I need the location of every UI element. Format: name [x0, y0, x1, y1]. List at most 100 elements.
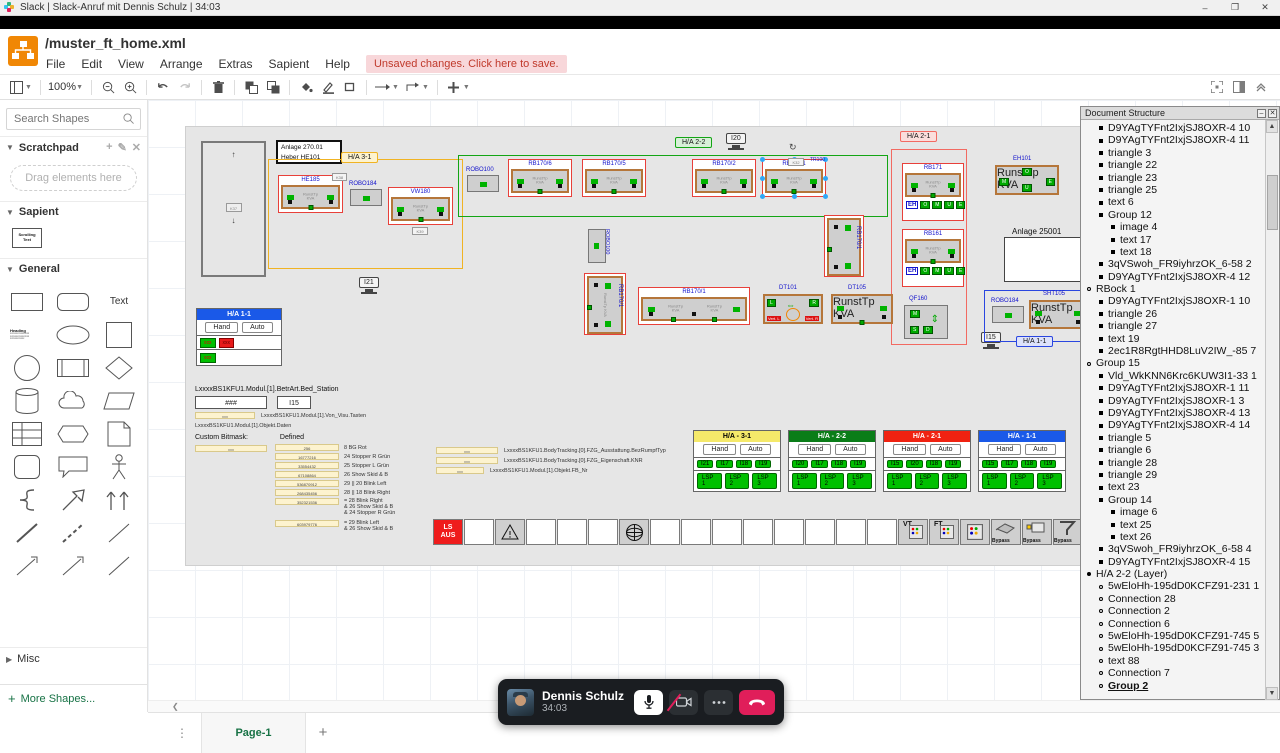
station-eh101[interactable]: O M E U RunstTpKVA	[995, 165, 1059, 195]
shape-cloud[interactable]	[50, 384, 96, 417]
add-page-button[interactable]: +	[306, 713, 340, 753]
tree-item[interactable]: triangle 25	[1081, 184, 1267, 196]
robot-robo184-right[interactable]	[992, 306, 1024, 323]
station-rb170-2[interactable]: RB170/2 RunstTpKVA	[692, 159, 756, 197]
selection-handle[interactable]	[823, 176, 828, 181]
station-dt105[interactable]: RunstTpKVA	[831, 294, 893, 324]
bit-value[interactable]: 33554432	[275, 462, 339, 469]
value-i15-field[interactable]: I15	[277, 396, 311, 409]
custom-bitmask-field[interactable]: xxx	[195, 445, 267, 452]
tree-item[interactable]: text 19	[1081, 333, 1267, 345]
shape-hexagon[interactable]	[50, 417, 96, 450]
strip-cell-empty[interactable]	[464, 519, 494, 545]
tree-item[interactable]: Group 12	[1081, 209, 1267, 221]
station-rb170-1-right[interactable]: RB170/1	[824, 215, 864, 277]
shape-rounded-rectangle[interactable]	[50, 285, 96, 318]
tree-item[interactable]: triangle 3	[1081, 147, 1267, 159]
strip-cell-empty[interactable]	[836, 519, 866, 545]
search-shapes-container[interactable]	[6, 108, 141, 130]
strip-cell-empty[interactable]	[805, 519, 835, 545]
fullscreen-icon[interactable]	[1206, 76, 1228, 98]
search-input[interactable]	[12, 112, 130, 126]
crosshair-icon[interactable]	[619, 519, 649, 545]
more-options-icon[interactable]	[704, 690, 733, 715]
page-menu-icon[interactable]: ⋮	[148, 726, 201, 740]
selection-handle[interactable]	[823, 194, 828, 199]
shape-scrolling-text[interactable]: Scrolling Text	[12, 228, 42, 248]
menu-extras[interactable]: Extras	[211, 55, 261, 73]
section-general[interactable]: ▼ General	[0, 258, 147, 279]
tree-item[interactable]: text 26	[1081, 531, 1267, 543]
close-icon[interactable]: ✕	[1268, 109, 1277, 118]
palette-tool-icon[interactable]	[960, 519, 990, 545]
minimize-button[interactable]: –	[1190, 0, 1220, 16]
menu-sapient[interactable]: Sapient	[261, 55, 318, 73]
zoom-out-icon[interactable]	[97, 76, 119, 98]
hand-button[interactable]: Hand	[703, 444, 736, 455]
tree-item[interactable]: D9YAgTYFnt2IxjSJ8OXR-4 14	[1081, 419, 1267, 431]
zone-tab-ha-3-1[interactable]: H/A 3-1	[341, 152, 378, 163]
zone-tab-ha-1-1[interactable]: H/A 1-1	[1016, 336, 1053, 347]
minimize-icon[interactable]: –	[1257, 109, 1266, 118]
monitor-i21[interactable]: I21	[359, 277, 379, 294]
station-rb170-1-wide[interactable]: RB170/1 RunstTpKVA RunstTpKVA	[638, 287, 750, 325]
waypoints-icon[interactable]	[402, 76, 424, 98]
tree-item[interactable]: Vld_WkKNN6Krc6KUW3I1-33 1	[1081, 370, 1267, 382]
strip-cell-empty[interactable]	[774, 519, 804, 545]
tree-item[interactable]: text 18	[1081, 246, 1267, 258]
bypass-welder-icon[interactable]: Bypass	[991, 519, 1021, 545]
tree-item[interactable]: Group 2	[1081, 680, 1267, 692]
tree-item[interactable]: triangle 5	[1081, 432, 1267, 444]
insert-icon[interactable]	[443, 76, 465, 98]
more-shapes-button[interactable]: + More Shapes...	[0, 684, 148, 712]
diagram-page[interactable]: ↑ K37 ↓ Anlage 270.01 Heber HE101 H/A 3-…	[185, 126, 1085, 566]
strip-cell-empty[interactable]	[557, 519, 587, 545]
hand-button[interactable]: Hand	[205, 322, 238, 333]
bit-value[interactable]: 603979776	[275, 520, 339, 527]
tree-item[interactable]: RBock 1	[1081, 283, 1267, 295]
edit-icon[interactable]: ✎	[118, 141, 127, 154]
station-rb161[interactable]: RB161 RunstTpKVA EH O M U E	[902, 229, 964, 287]
maximize-button[interactable]: ❐	[1220, 0, 1250, 16]
redo-icon[interactable]	[174, 76, 196, 98]
to-back-icon[interactable]	[262, 76, 284, 98]
rotate-handle-icon[interactable]: ↻	[789, 142, 797, 153]
hand-button[interactable]: Hand	[893, 444, 926, 455]
tree-item[interactable]: 5wEloHh-195dD0KCFZ91-745 3	[1081, 642, 1267, 654]
scroll-down-icon[interactable]: ▼	[1266, 687, 1278, 700]
tree-item[interactable]: H/A 2-2 (Layer)	[1081, 568, 1267, 580]
station-qf160[interactable]: M S D ⇕	[904, 305, 948, 339]
tree-item[interactable]: triangle 22	[1081, 159, 1267, 171]
shape-line[interactable]	[4, 516, 50, 549]
value-hash-field[interactable]: ###	[195, 396, 267, 409]
tree-item[interactable]: D9YAgTYFnt2IxjSJ8OXR-4 13	[1081, 407, 1267, 419]
zoom-level[interactable]: 100%	[46, 81, 78, 93]
strip-cell-empty[interactable]	[526, 519, 556, 545]
line-color-icon[interactable]	[317, 76, 339, 98]
bit-value[interactable]: 352321536	[275, 498, 339, 505]
tree-item[interactable]: triangle 6	[1081, 444, 1267, 456]
shadow-icon[interactable]	[339, 76, 361, 98]
tree-item[interactable]: triangle 23	[1081, 172, 1267, 184]
shape-ellipse[interactable]	[50, 318, 96, 351]
shape-diamond[interactable]	[96, 351, 142, 384]
bypass-robot-icon[interactable]: Bypass	[1053, 519, 1083, 545]
bt-value[interactable]: xxx	[436, 457, 498, 464]
tree-item[interactable]: 3qVSwoh_FR9iyhrzOK_6-58 4	[1081, 543, 1267, 555]
menu-edit[interactable]: Edit	[73, 55, 110, 73]
tree-scrollbar[interactable]: ▲ ▼	[1265, 120, 1278, 700]
shape-thin-line[interactable]	[96, 516, 142, 549]
shape-double-arrow[interactable]	[96, 483, 142, 516]
tree-item[interactable]: 2ec1R8RgtHHD8LuV2IW_-85 7	[1081, 345, 1267, 357]
zoom-caret-icon[interactable]: ▼	[76, 84, 83, 91]
close-button[interactable]: ✕	[1250, 0, 1280, 16]
document-structure-tree[interactable]: D9YAgTYFnt2IxjSJ8OXR-4 10D9YAgTYFnt2IxjS…	[1081, 120, 1267, 700]
tree-item[interactable]: image 6	[1081, 506, 1267, 518]
tree-item[interactable]: 3qVSwoh_FR9iyhrzOK_6-58 2	[1081, 258, 1267, 270]
tree-item[interactable]: Connection 7	[1081, 667, 1267, 679]
tree-item[interactable]: text 6	[1081, 196, 1267, 208]
hand-button[interactable]: Hand	[798, 444, 831, 455]
bit-value[interactable]: 536870912	[275, 480, 339, 487]
bt-value[interactable]: xxx	[436, 447, 498, 454]
auto-button[interactable]: Auto	[740, 444, 770, 455]
